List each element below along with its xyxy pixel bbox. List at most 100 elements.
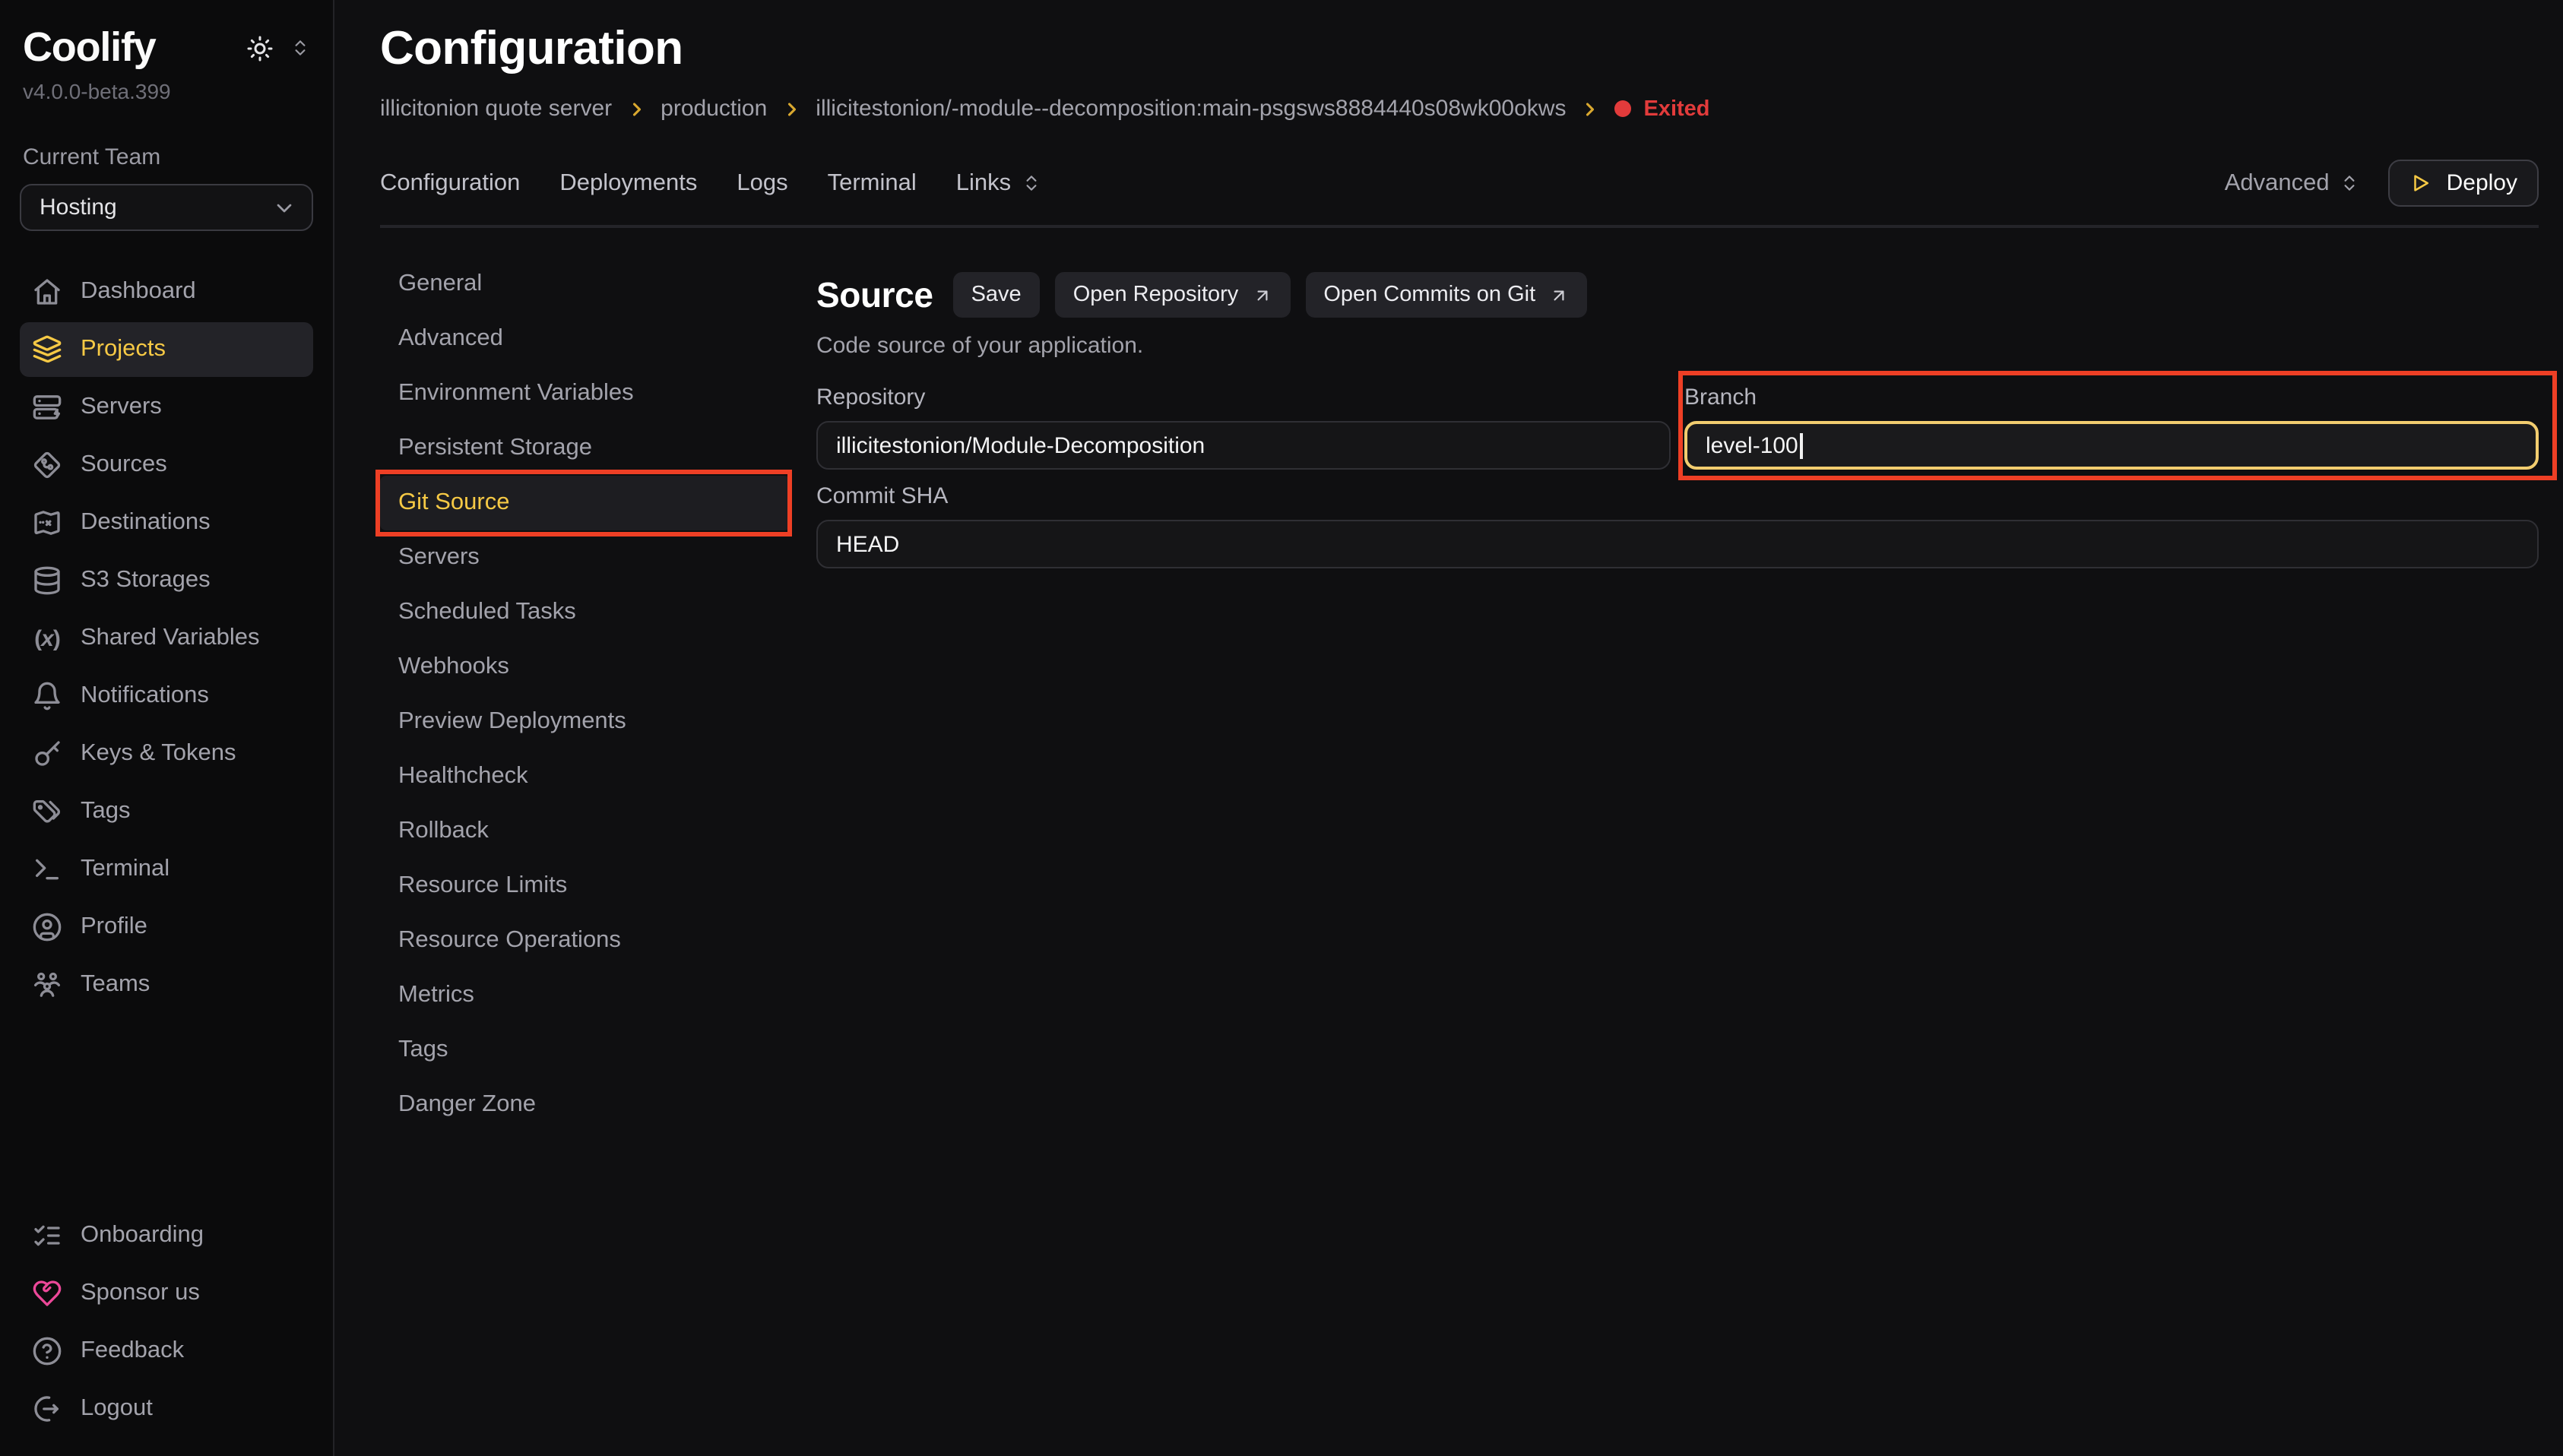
subnav-item-label: Preview Deployments <box>398 708 626 736</box>
commit-sha-field: Commit SHA <box>816 483 2539 568</box>
chevrons-up-down-icon <box>1022 173 1041 193</box>
subnav-item-resource-operations[interactable]: Resource Operations <box>380 913 790 968</box>
source-form: Repository Branch level-100 Commit SHA <box>816 385 2539 568</box>
sidebar-item-sponsor-us[interactable]: Sponsor us <box>20 1266 313 1321</box>
advanced-menu[interactable]: Advanced <box>2225 169 2360 197</box>
play-icon <box>2410 172 2433 195</box>
layers-icon <box>32 334 62 365</box>
commit-sha-label: Commit SHA <box>816 483 2539 509</box>
text-cursor <box>1800 432 1803 458</box>
subnav-item-servers[interactable]: Servers <box>380 530 790 585</box>
branch-field: Branch level-100 <box>1684 385 2539 470</box>
sidebar-item-projects[interactable]: Projects <box>20 322 313 377</box>
subnav-item-webhooks[interactable]: Webhooks <box>380 640 790 695</box>
source-description: Code source of your application. <box>816 333 2539 359</box>
subnav-item-label: Persistent Storage <box>398 435 592 462</box>
subnav-item-git-source[interactable]: Git Source <box>380 476 790 530</box>
users-icon <box>32 970 62 1000</box>
subnav-item-label: Tags <box>398 1037 448 1064</box>
open-commits-button[interactable]: Open Commits on Git <box>1305 272 1587 318</box>
app-logo: Coolify <box>23 24 246 71</box>
sidebar-item-keys-tokens[interactable]: Keys & Tokens <box>20 726 313 781</box>
breadcrumb-item-1[interactable]: illicitonion quote server <box>380 96 612 122</box>
subnav-item-danger-zone[interactable]: Danger Zone <box>380 1078 790 1132</box>
open-repository-button[interactable]: Open Repository <box>1055 272 1291 318</box>
subnav-item-advanced[interactable]: Advanced <box>380 312 790 366</box>
sidebar-item-destinations[interactable]: Destinations <box>20 495 313 550</box>
subnav-item-healthcheck[interactable]: Healthcheck <box>380 749 790 804</box>
sidebar-item-label: Onboarding <box>81 1222 204 1249</box>
team-select[interactable]: Hosting <box>20 184 313 231</box>
logo-row: Coolify <box>20 24 313 71</box>
theme-chevrons-up-down-icon[interactable] <box>290 38 310 58</box>
subnav-item-label: Rollback <box>398 818 489 845</box>
sidebar-item-servers[interactable]: Servers <box>20 380 313 435</box>
sidebar-item-label: Projects <box>81 336 166 363</box>
sidebar-item-dashboard[interactable]: Dashboard <box>20 264 313 319</box>
subnav-item-scheduled-tasks[interactable]: Scheduled Tasks <box>380 585 790 640</box>
theme-toggle-sun-icon[interactable] <box>246 34 274 62</box>
sidebar-nav: Dashboard Projects ServersSourcesDestinati… <box>20 264 313 1012</box>
tab-label: Logs <box>737 169 787 197</box>
heart-icon <box>32 1278 62 1309</box>
subnav-item-general[interactable]: General <box>380 257 790 312</box>
sidebar-item-label: Notifications <box>81 682 209 710</box>
map-icon <box>32 508 62 538</box>
sidebar-item-onboarding[interactable]: Onboarding <box>20 1208 313 1263</box>
sidebar-item-teams[interactable]: Teams <box>20 957 313 1012</box>
tab-deployments[interactable]: Deployments <box>559 169 697 197</box>
list-checks-icon <box>32 1220 62 1251</box>
subnav-item-label: General <box>398 271 482 298</box>
advanced-menu-label: Advanced <box>2225 169 2330 197</box>
subnav-item-persistent-storage[interactable]: Persistent Storage <box>380 421 790 476</box>
subnav-item-rollback[interactable]: Rollback <box>380 804 790 859</box>
sidebar-item-profile[interactable]: Profile <box>20 900 313 954</box>
sidebar-item-sources[interactable]: Sources <box>20 438 313 492</box>
page-title: Configuration <box>380 21 2539 76</box>
subnav-item-tags[interactable]: Tags <box>380 1023 790 1078</box>
chevrons-up-down-icon <box>2340 173 2360 193</box>
sidebar-item-tags[interactable]: Tags <box>20 784 313 839</box>
sidebar-item-label: Keys & Tokens <box>81 740 236 768</box>
branch-input[interactable]: level-100 <box>1684 421 2539 470</box>
sidebar-item-label: Profile <box>81 913 147 941</box>
deploy-button[interactable]: Deploy <box>2389 160 2539 207</box>
subnav-item-environment-variables[interactable]: Environment Variables <box>380 366 790 421</box>
main-panel: Configuration illicitonion quote server p… <box>336 0 2563 1456</box>
team-select-value: Hosting <box>40 195 272 220</box>
save-button[interactable]: Save <box>953 272 1040 318</box>
sidebar-item-notifications[interactable]: Notifications <box>20 669 313 723</box>
tab-links[interactable]: Links <box>956 169 1041 197</box>
tab-terminal[interactable]: Terminal <box>828 169 917 197</box>
sidebar-item-logout[interactable]: Logout <box>20 1382 313 1436</box>
source-section: Source Save Open Repository Open Commits… <box>816 257 2539 1132</box>
sidebar-item-shared-variables[interactable]: (x)Shared Variables <box>20 611 313 666</box>
subnav-item-preview-deployments[interactable]: Preview Deployments <box>380 695 790 749</box>
breadcrumb-item-2[interactable]: production <box>661 96 767 122</box>
tab-logs[interactable]: Logs <box>737 169 787 197</box>
subnav-item-label: Metrics <box>398 982 474 1009</box>
subnav-item-metrics[interactable]: Metrics <box>380 968 790 1023</box>
subnav-item-label: Danger Zone <box>398 1091 536 1119</box>
database-icon <box>32 565 62 596</box>
terminal-icon <box>32 854 62 885</box>
sidebar-item-s3-storages[interactable]: S3 Storages <box>20 553 313 608</box>
subnav-item-label: Webhooks <box>398 654 509 681</box>
subnav-item-label: Resource Operations <box>398 927 621 954</box>
chevron-right-icon <box>781 98 802 119</box>
git-diamond-icon <box>32 450 62 480</box>
sidebar-item-label: Dashboard <box>81 278 196 305</box>
subnav-item-resource-limits[interactable]: Resource Limits <box>380 859 790 913</box>
breadcrumb-item-3[interactable]: illicitestonion/-module--decomposition:m… <box>816 96 1566 122</box>
status-badge: Exited <box>1614 97 1709 121</box>
sidebar-item-feedback[interactable]: Feedback <box>20 1324 313 1378</box>
subnav-item-label: Servers <box>398 544 480 571</box>
repository-input[interactable] <box>816 421 1671 470</box>
subnav-item-label: Healthcheck <box>398 763 528 790</box>
app-root: Coolify v4.0.0-beta.399 Current Team Hos… <box>0 0 2563 1456</box>
sidebar-item-label: Logout <box>81 1395 153 1423</box>
commit-sha-input[interactable] <box>816 520 2539 568</box>
tab-configuration[interactable]: Configuration <box>380 169 520 197</box>
sidebar-item-terminal[interactable]: Terminal <box>20 842 313 897</box>
tabs-row: Configuration Deployments Logs Terminal Link… <box>380 160 2539 207</box>
